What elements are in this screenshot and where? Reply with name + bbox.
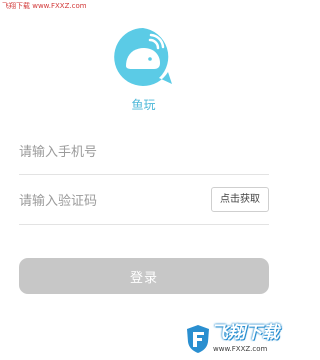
phone-input[interactable]	[19, 130, 269, 174]
watermark-url: www.FXXZ.com	[213, 345, 268, 353]
app-name: 鱼玩	[131, 98, 156, 112]
watermark-top: 飞翔下载 www.FXXZ.com	[2, 2, 87, 10]
code-row: 点击获取	[19, 178, 269, 225]
get-code-button[interactable]: 点击获取	[211, 187, 269, 212]
phone-row	[19, 130, 269, 175]
watermark-bottom: 飞翔下载 www.FXXZ.com	[186, 322, 284, 358]
watermark-brand: 飞翔下载	[211, 323, 279, 343]
watermark-shield-icon	[187, 325, 209, 353]
verification-code-input[interactable]	[19, 178, 199, 224]
app-logo-icon	[112, 26, 174, 88]
login-button[interactable]: 登录	[19, 258, 269, 294]
